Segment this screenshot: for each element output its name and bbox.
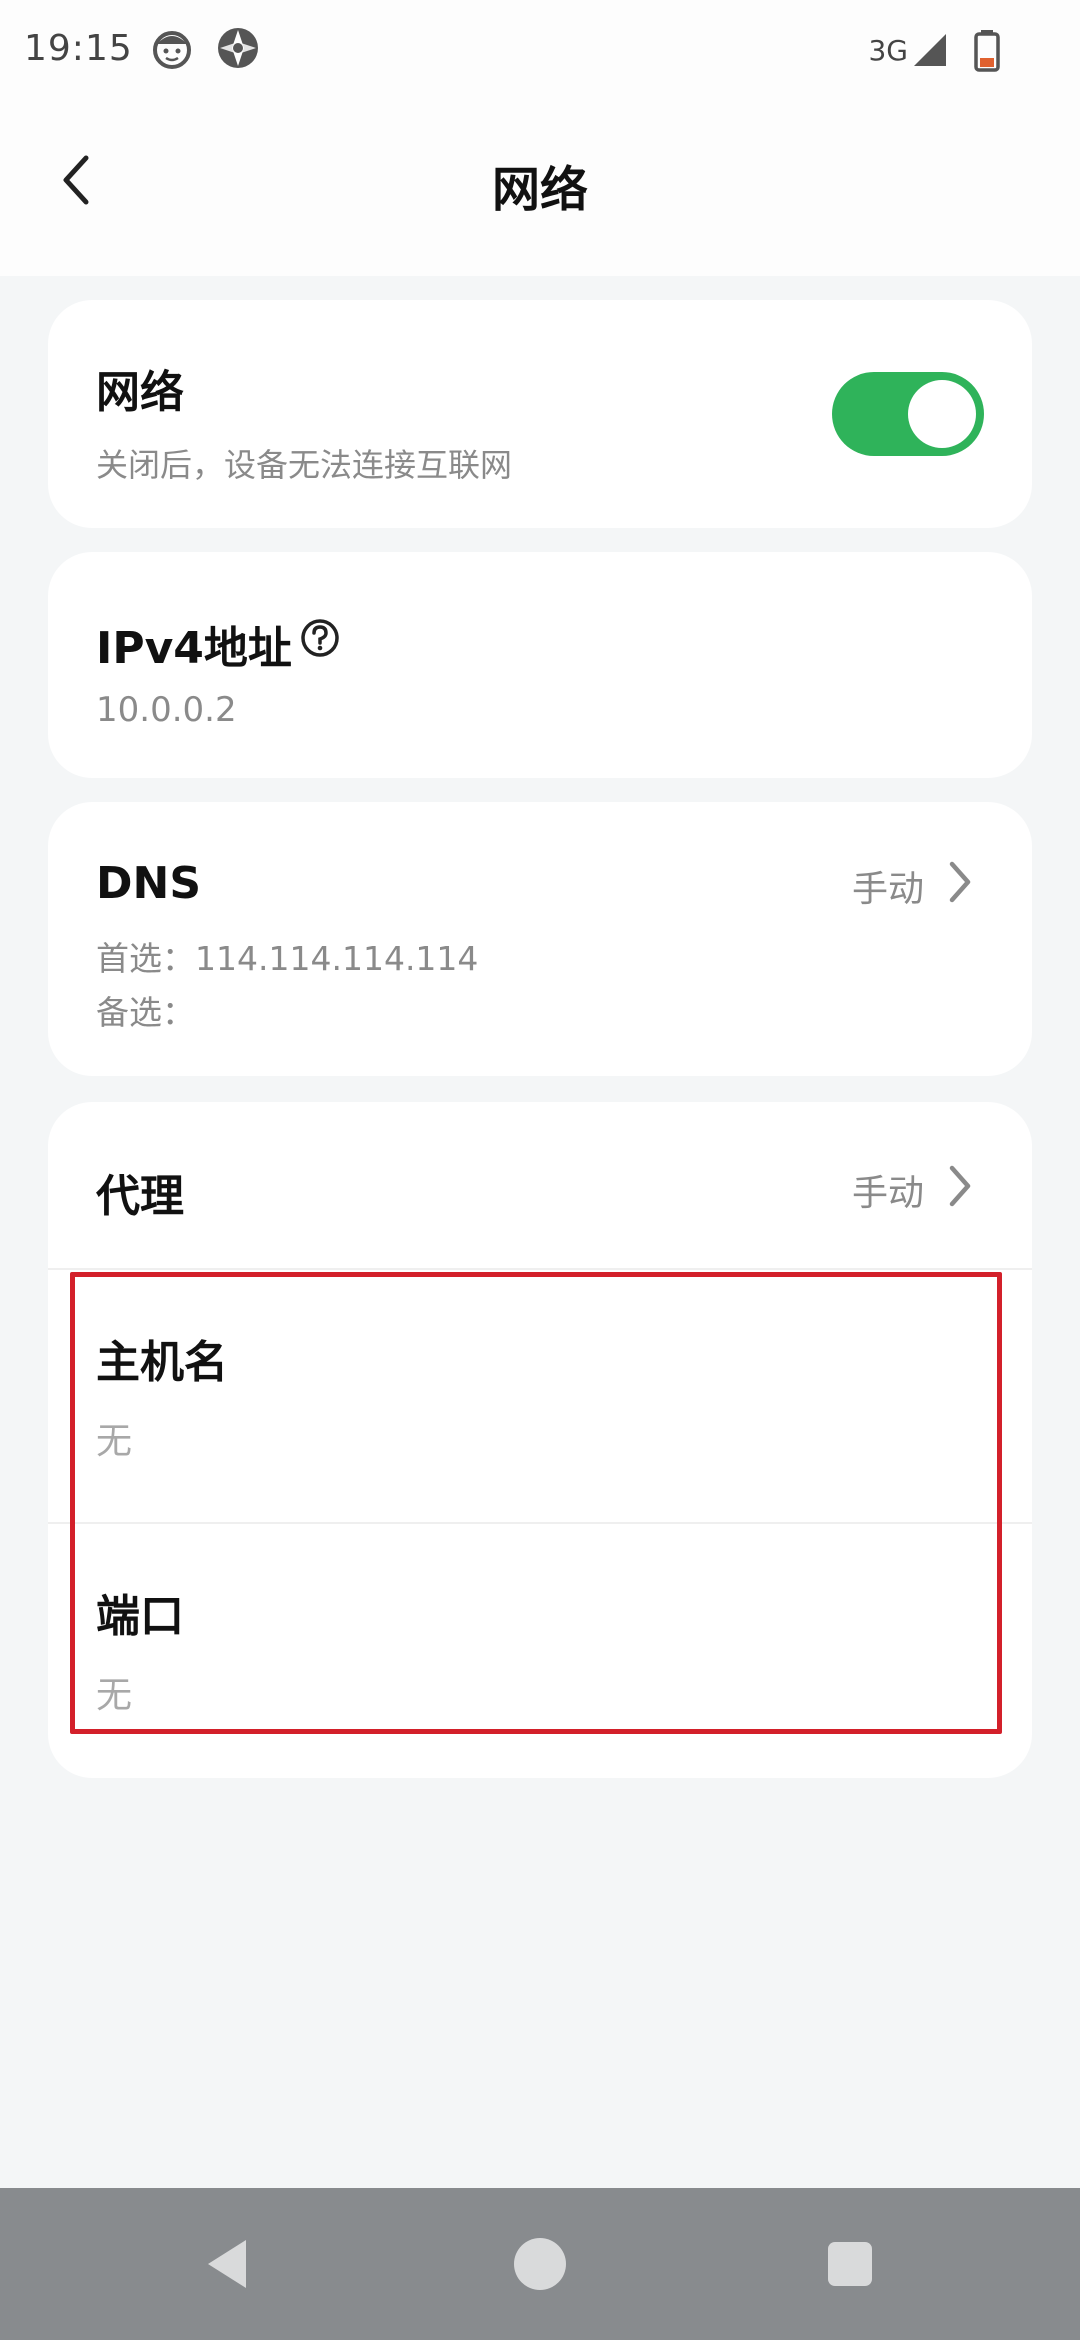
ipv4-title: IPv4地址 <box>96 623 292 674</box>
proxy-title: 代理 <box>96 1171 184 1222</box>
status-time: 19:15 <box>24 28 133 69</box>
ipv4-value: 10.0.0.2 <box>96 690 237 730</box>
dns-mode: 手动 <box>851 869 924 910</box>
toggle-knob <box>908 380 976 448</box>
proxy-mode: 手动 <box>851 1173 924 1214</box>
help-circle-icon[interactable] <box>300 618 340 658</box>
nav-bar <box>0 2188 1080 2340</box>
dns-secondary: 备选： <box>96 993 195 1032</box>
recents-square-icon[interactable] <box>818 2232 882 2296</box>
dns-card[interactable]: DNS 手动 首选：114.114.114.114 备选： <box>48 802 1032 1076</box>
network-subtitle: 关闭后，设备无法连接互联网 <box>96 446 513 484</box>
status-right: 3G <box>868 28 1008 72</box>
dns-title: DNS <box>96 858 202 909</box>
home-circle-icon[interactable] <box>508 2232 572 2296</box>
battery-icon <box>974 30 1000 72</box>
proxy-row[interactable]: 代理 手动 <box>48 1102 1032 1268</box>
dns-primary: 首选：114.114.114.114 <box>96 939 479 978</box>
network-title: 网络 <box>96 367 184 418</box>
status-bar: 19:15 3G <box>0 0 1080 100</box>
page-title: 网络 <box>491 162 588 218</box>
network-card: 网络 关闭后，设备无法连接互联网 <box>48 300 1032 528</box>
network-toggle[interactable] <box>832 372 984 456</box>
chevron-right-icon <box>949 861 971 903</box>
chevron-right-icon <box>949 1165 971 1207</box>
highlight-box <box>70 1272 1002 1734</box>
network-type: 3G <box>868 33 908 67</box>
face-notification-icon <box>153 31 191 69</box>
back-triangle-icon[interactable] <box>196 2232 260 2296</box>
app-header: 网络 <box>0 100 1080 276</box>
app-notification-icon <box>218 28 258 68</box>
signal-icon <box>914 34 946 66</box>
ipv4-card: IPv4地址 10.0.0.2 <box>48 552 1032 778</box>
